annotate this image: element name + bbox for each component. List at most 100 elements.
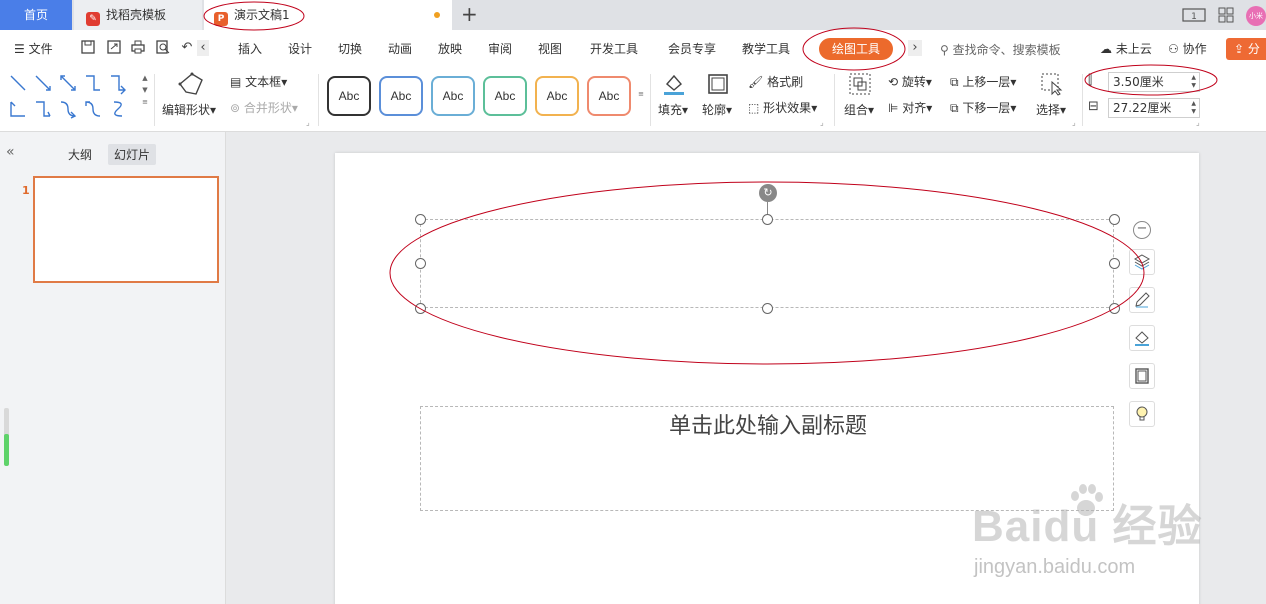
align-icon: ⊫ [888, 101, 899, 115]
resize-handle[interactable] [1109, 258, 1120, 269]
merge-shape-button[interactable]: ⊚ 合并形状▾ [230, 100, 298, 116]
group-icon[interactable] [848, 72, 872, 100]
shape-style-6[interactable]: Abc [587, 76, 631, 116]
fill-button[interactable]: 填充▾ [658, 102, 688, 118]
resize-handle[interactable] [762, 303, 773, 314]
resize-handle[interactable] [1109, 303, 1120, 314]
border-icon[interactable] [1129, 363, 1155, 389]
edit-shape-icon[interactable] [178, 72, 204, 99]
merge-shape-icon: ⊚ [230, 101, 241, 115]
shape-style-1[interactable]: Abc [327, 76, 371, 116]
dialog-launcher-icon[interactable]: ⌟ [1196, 118, 1200, 127]
tab-outline[interactable]: 大纲 [62, 144, 98, 165]
shape-effect-button[interactable]: ⬚ 形状效果▾ [748, 100, 817, 116]
scroll-right-icon[interactable]: › [908, 40, 922, 56]
new-tab-plus-icon[interactable]: + [461, 3, 478, 25]
separator [1082, 74, 1083, 126]
rotate-handle-icon[interactable]: ↻ [759, 184, 777, 202]
grid-icon[interactable] [1218, 7, 1234, 27]
menu-developer[interactable]: 开发工具 [590, 41, 638, 57]
arrow-line-icon [35, 75, 51, 91]
collab-button[interactable]: ⚇ 协作 [1168, 41, 1207, 57]
fill-icon[interactable] [662, 72, 686, 100]
layout-icon[interactable]: 1 [1182, 7, 1206, 27]
undo-icon[interactable]: ↶ [179, 40, 195, 56]
merge-shape-label: 合并形状 [243, 101, 292, 115]
dialog-launcher-icon[interactable]: ⌟ [820, 118, 824, 127]
shape-height-input[interactable]: 3.50厘米 ▲ ▼ [1108, 72, 1200, 92]
resize-handle[interactable] [415, 303, 426, 314]
menu-member[interactable]: 会员专享 [668, 41, 716, 57]
baidu-watermark: Baidu 经验 jingyan.baidu.com [970, 480, 1260, 600]
tab-slides[interactable]: 幻灯片 [108, 144, 157, 165]
resize-handle[interactable] [1109, 214, 1120, 225]
menu-review[interactable]: 审阅 [488, 41, 512, 57]
menu-slideshow[interactable]: 放映 [438, 41, 462, 57]
style-gallery-more[interactable]: ≡ [636, 88, 646, 100]
tab-document-label: 演示文稿1 [234, 8, 290, 22]
svg-text:1: 1 [1191, 12, 1197, 22]
line-shape-icon [10, 75, 26, 91]
save-icon[interactable] [80, 40, 96, 56]
group-label: 组合 [844, 103, 869, 117]
outline-icon[interactable] [706, 72, 730, 100]
width-spinner[interactable]: ▲ ▼ [1191, 100, 1196, 116]
shape-style-5[interactable]: Abc [535, 76, 579, 116]
format-painter-button[interactable]: 🖌 格式刷 [748, 74, 803, 90]
slide-thumbnail[interactable] [33, 176, 219, 283]
command-search[interactable]: ⚲ 查找命令、搜索模板 [940, 41, 1061, 58]
send-backward-button[interactable]: ⧉ 下移一层▾ [950, 100, 1016, 116]
menu-teaching[interactable]: 教学工具 [742, 41, 790, 57]
progress-fill [4, 434, 9, 466]
print-preview-icon[interactable] [155, 40, 171, 56]
export-icon[interactable] [106, 40, 122, 56]
resize-handle[interactable] [415, 214, 426, 225]
rotate-button[interactable]: ⟲ 旋转▾ [888, 74, 932, 90]
shape-style-3[interactable]: Abc [431, 76, 475, 116]
menu-transition[interactable]: 切换 [338, 41, 362, 57]
select-icon[interactable] [1040, 72, 1064, 100]
shape-width-input[interactable]: 27.22厘米 ▲ ▼ [1108, 98, 1200, 118]
resize-handle[interactable] [762, 214, 773, 225]
menu-drawing-tools[interactable]: 绘图工具 [819, 38, 893, 60]
edit-shape-label: 编辑形状 [162, 103, 211, 117]
title-placeholder[interactable] [420, 219, 1114, 308]
group-button[interactable]: 组合▾ [844, 102, 874, 118]
dialog-launcher-icon[interactable]: ⌟ [1072, 118, 1076, 127]
gallery-scroll-arrows[interactable]: ▲ ▼ ≡ [140, 72, 150, 108]
align-button[interactable]: ⊫ 对齐▾ [888, 100, 932, 116]
watermark-main: Baidu 经验 [972, 502, 1203, 551]
textbox-button[interactable]: ▤ 文本框▾ [230, 74, 287, 90]
dialog-launcher-icon[interactable]: ⌟ [306, 118, 310, 127]
menu-animation[interactable]: 动画 [388, 41, 412, 57]
fill-color-icon[interactable] [1129, 325, 1155, 351]
file-menu[interactable]: ☰ 文件 [14, 41, 53, 57]
scroll-left-icon[interactable]: ‹ [197, 40, 209, 56]
bring-forward-button[interactable]: ⧉ 上移一层▾ [950, 74, 1016, 90]
outline-button[interactable]: 轮廓▾ [702, 102, 732, 118]
resize-handle[interactable] [415, 258, 426, 269]
edit-shape-button[interactable]: 编辑形状▾ [162, 102, 216, 118]
select-button[interactable]: 选择▾ [1036, 102, 1066, 118]
separator [318, 74, 319, 126]
tab-document[interactable]: P 演示文稿1 [204, 0, 452, 30]
line-shapes-svg[interactable] [8, 72, 136, 120]
docer-logo-icon: ✎ [86, 12, 100, 26]
menu-design[interactable]: 设计 [288, 41, 312, 57]
tab-template[interactable]: ✎ 找稻壳模板 [74, 0, 202, 30]
menu-view[interactable]: 视图 [538, 41, 562, 57]
user-avatar[interactable]: 小米 [1246, 6, 1266, 26]
shape-style-2[interactable]: Abc [379, 76, 423, 116]
layers-icon[interactable] [1129, 249, 1155, 275]
cloud-status[interactable]: ☁ 未上云 [1100, 41, 1152, 57]
shape-style-4[interactable]: Abc [483, 76, 527, 116]
height-spinner[interactable]: ▲ ▼ [1191, 74, 1196, 90]
print-icon[interactable] [130, 40, 146, 56]
lightbulb-icon[interactable] [1129, 401, 1155, 427]
collapse-panel-icon[interactable]: « [6, 144, 15, 160]
pen-icon[interactable] [1129, 287, 1155, 313]
collapse-toolbar-icon[interactable]: − [1133, 221, 1151, 239]
menu-insert[interactable]: 插入 [238, 41, 262, 57]
share-button[interactable]: ⇪ 分 [1226, 38, 1266, 60]
tab-home[interactable]: 首页 [0, 0, 72, 30]
